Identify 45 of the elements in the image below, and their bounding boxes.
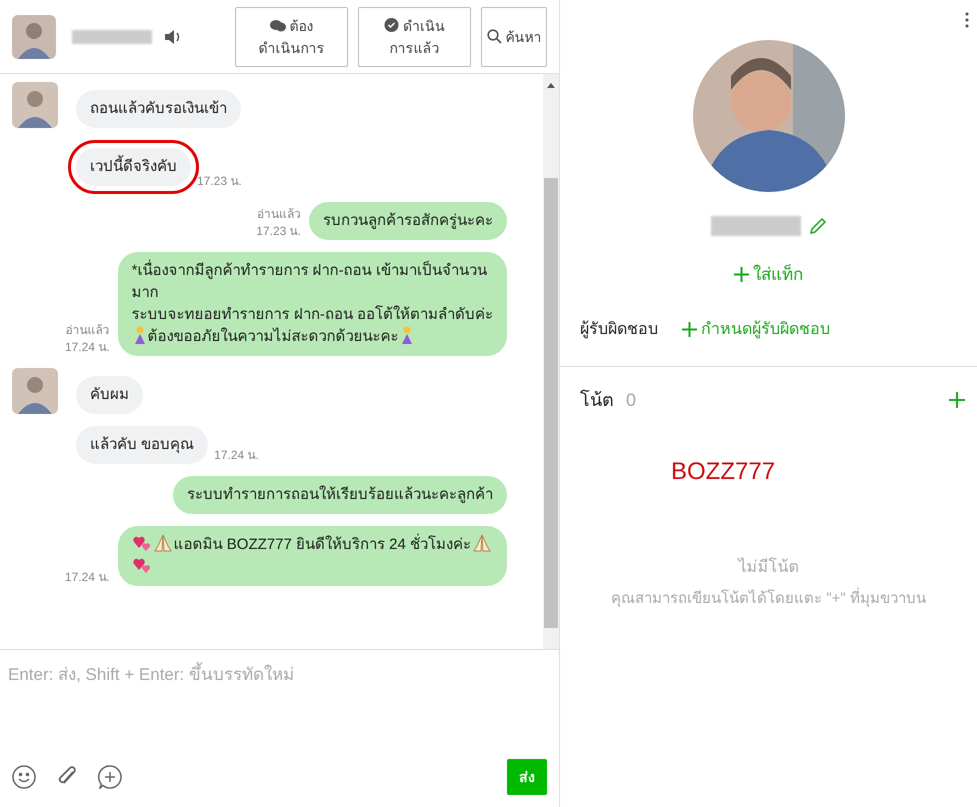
timestamp: 17.23 น. [197, 173, 242, 190]
message-input[interactable]: Enter: ส่ง, Shift + Enter: ขึ้นบรรทัดใหม่ [0, 650, 559, 759]
chat-bubbles-icon [270, 18, 286, 32]
scrollbar[interactable] [543, 74, 559, 649]
header-button[interactable]: ค้นหา [481, 6, 547, 66]
search-icon [486, 29, 502, 44]
more-icon[interactable] [965, 12, 969, 28]
message-bubble: แอดมิน BOZZ777 ยินดีให้บริการ 24 ชั่วโมงค่ะ [118, 526, 507, 586]
timestamp: 17.24 น. [214, 447, 259, 464]
timestamp: 17.24 น. [64, 569, 110, 586]
read-receipt: อ่านแล้ว [256, 206, 301, 223]
header-button[interactable]: ดำเนิน การแล้ว [358, 6, 471, 66]
read-receipt: อ่านแล้ว [64, 322, 110, 339]
notes-count: 0 [626, 388, 636, 412]
assignee-label: ผู้รับผิดชอบ [580, 320, 658, 340]
message-bubble: เวปนี้ดีจริงคับ [76, 148, 191, 186]
add-bubble-icon[interactable] [98, 765, 122, 789]
note-text: BOZZ777 [671, 456, 776, 486]
message-bubble: แล้วคับ ขอบคุณ [76, 426, 208, 464]
praying-hands-icon [154, 534, 172, 552]
smiley-icon[interactable] [12, 765, 36, 789]
empty-notes-title: ไม่มีโน้ต [736, 556, 800, 578]
add-icon[interactable] [949, 392, 965, 408]
message-bubble: คับผม [76, 376, 143, 414]
pencil-icon[interactable] [808, 217, 826, 235]
message-bubble: รบกวนลูกค้ารอสักครู่นะคะ [309, 202, 507, 240]
notes-title: โน้ต [580, 388, 614, 412]
check-bubble-icon [384, 18, 399, 33]
message-bubble: ถอนแล้วคับรอเงินเข้า [76, 90, 241, 128]
message-bubble: *เนื่องจากมีลูกค้าทำรายการ ฝาก-ถอน เข้ามาเป็นจำนวน มาก ระบบจะทยอยทำรายการ ฝาก-ถอน ออโต้ให้ตามลำดับค่ะ ต้องขออภัยในความไม่สะดวกด้วยนะคะ [118, 252, 507, 356]
plus-icon [682, 322, 697, 337]
avatar [12, 14, 56, 58]
bowing-person-icon [132, 326, 147, 344]
speaker-icon[interactable] [164, 28, 182, 44]
hearts-icon [132, 534, 151, 552]
plus-icon [734, 267, 749, 282]
message-bubble: ระบบทำรายการถอนให้เรียบร้อยแล้วนะคะลูกค้า [173, 476, 507, 514]
scroll-up-icon[interactable] [547, 82, 555, 88]
empty-notes-hint: คุณสามารถเขียนโน้ตได้โดยแตะ "+" ที่มุมขวาบน [610, 588, 927, 610]
timestamp: 17.24 น. [64, 339, 110, 356]
timestamp: 17.23 น. [256, 223, 301, 240]
praying-hands-icon [473, 534, 491, 552]
hearts-icon [132, 556, 151, 574]
header-button[interactable]: ต้อง ดำเนินการ [235, 6, 348, 66]
bowing-person-icon [400, 326, 414, 344]
